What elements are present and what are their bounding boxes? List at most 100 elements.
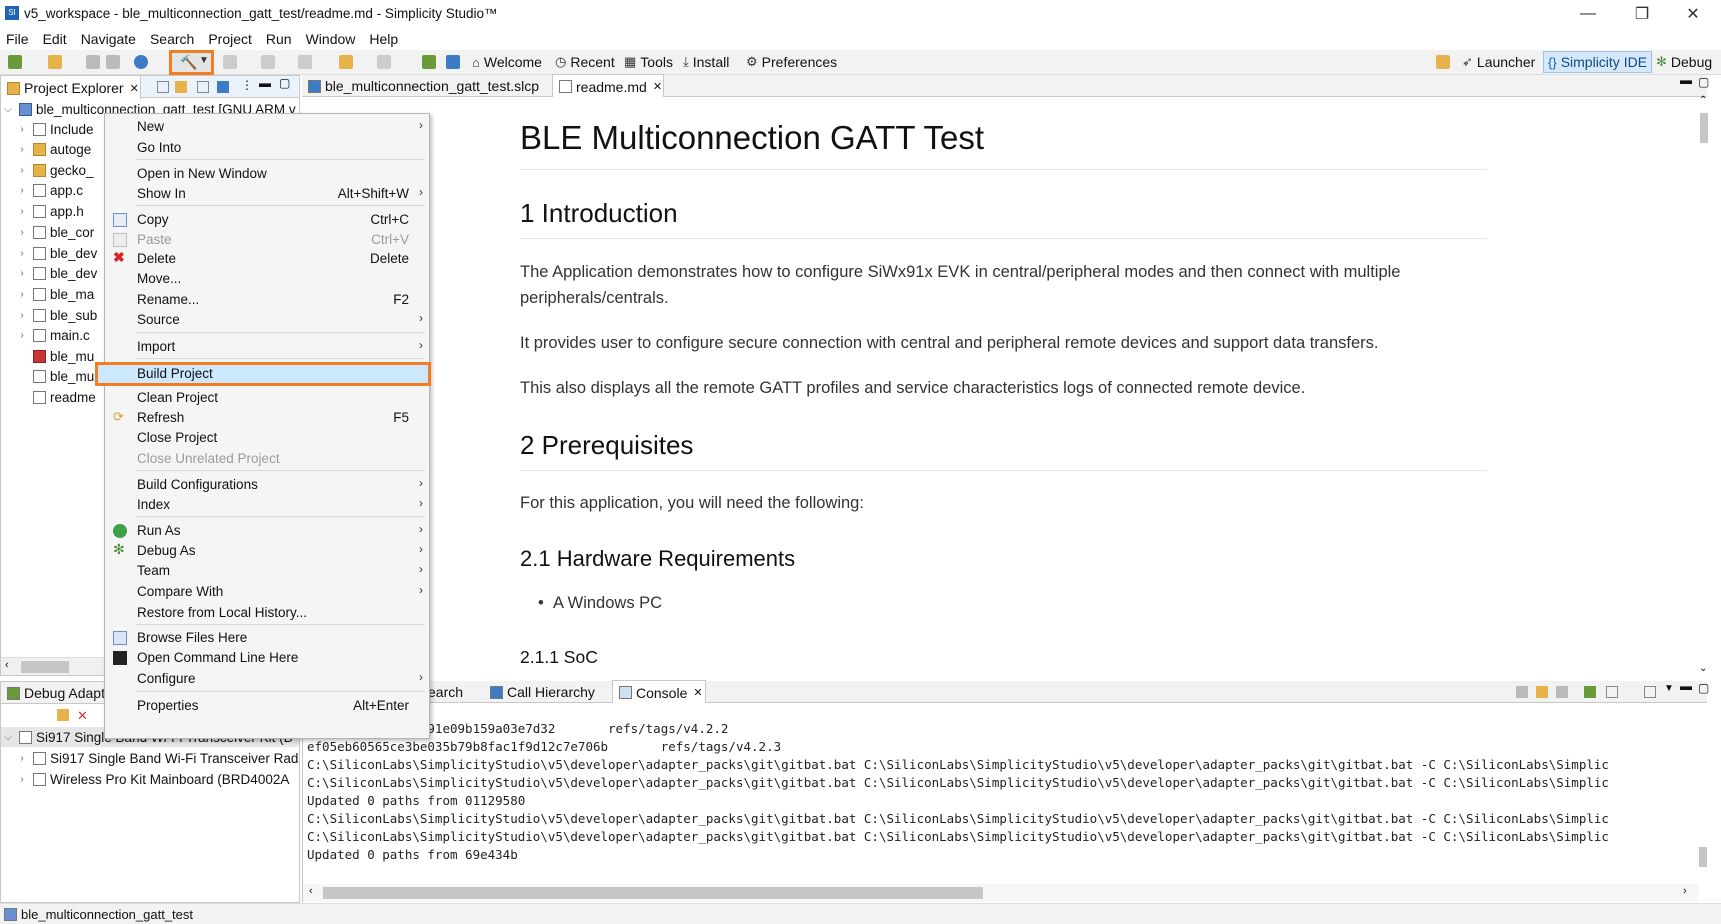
tab-call-hierarchy[interactable]: Call Hierarchy [484,680,604,704]
menu-help[interactable]: Help [369,31,398,47]
menu-item-close-unrelated[interactable]: Close Unrelated Project [105,449,429,469]
word-wrap-icon[interactable] [1556,686,1568,698]
back-icon[interactable] [339,55,353,69]
menu-run[interactable]: Run [266,31,292,47]
save-icon[interactable] [86,55,100,69]
scroll-thumb[interactable] [21,661,69,673]
minimize-view-icon[interactable]: ▬ [259,76,271,90]
scroll-left-icon[interactable]: ‹ [5,659,9,671]
launcher-perspective[interactable]: ➶ Launcher [1462,54,1535,70]
tree-item-ble-ma[interactable]: › ble_ma [15,284,94,304]
menu-item-clean-project[interactable]: Clean Project [105,388,429,408]
grid-icon[interactable] [446,55,460,69]
scroll-down-icon[interactable]: ⌄ [1699,663,1707,674]
simplicity-ide-perspective[interactable]: {} Simplicity IDE [1543,51,1653,73]
maximize-view-icon[interactable]: ▢ [279,76,290,90]
save-all-icon[interactable] [106,55,120,69]
tree-item-app-h[interactable]: › app.h [15,201,83,221]
menu-item-compare-with[interactable]: Compare With › [105,582,429,602]
menu-item-configure[interactable]: Configure › [105,669,429,689]
welcome-button[interactable]: ⌂ Welcome [472,54,542,70]
scroll-left-icon[interactable]: ‹ [309,885,313,897]
menu-item-debug-as[interactable]: ✻ Debug As › [105,541,429,561]
scroll-thumb[interactable] [1700,113,1708,143]
minimize-editor-icon[interactable]: ▬ [1680,73,1692,87]
maximize-console-icon[interactable]: ▢ [1698,681,1709,695]
close-window-button[interactable]: ✕ [1668,0,1718,28]
scroll-right-icon[interactable]: › [1683,885,1687,897]
tree-item-main-c[interactable]: › main.c [15,325,89,345]
menu-item-move[interactable]: Move... [105,269,429,289]
pin-console-icon[interactable] [1584,686,1596,698]
menu-item-build-configurations[interactable]: Build Configurations › [105,475,429,495]
clear-console-icon[interactable] [1516,686,1528,698]
close-tab-icon[interactable]: ✕ [693,686,702,699]
view-menu-icon[interactable]: ▼ [1664,683,1674,694]
install-button[interactable]: ⤓ Install [683,54,729,70]
menu-item-team[interactable]: Team › [105,561,429,581]
recent-button[interactable]: ◷ Recent [555,54,615,70]
tree-item-readme[interactable]: readme [15,387,96,407]
menu-navigate[interactable]: Navigate [81,31,136,47]
menu-item-paste[interactable]: Paste Ctrl+V [105,230,429,250]
menu-item-properties[interactable]: Properties Alt+Enter [105,696,429,716]
new-wizard-icon[interactable] [8,55,22,69]
minimize-console-icon[interactable]: ▬ [1680,679,1692,693]
tab-search[interactable]: earch [422,680,482,704]
menu-item-open-new-window[interactable]: Open in New Window [105,164,429,184]
display-console-icon[interactable] [1606,686,1618,698]
scroll-thumb[interactable] [1699,847,1707,867]
tree-item-ble-mu-1[interactable]: ble_mu [15,346,94,366]
tree-item-ble-mu-2[interactable]: ble_mu [15,366,94,386]
tab-project-explorer[interactable]: Project Explorer ✕ [1,76,141,100]
tab-console[interactable]: Console ✕ [612,680,706,704]
adapter-row-3[interactable]: › Wireless Pro Kit Mainboard (BRD4002A [15,769,289,789]
tree-item-ble-sub[interactable]: › ble_sub [15,305,97,325]
scroll-lock-icon[interactable] [1536,686,1548,698]
preferences-button[interactable]: ⚙ Preferences [746,54,837,70]
undo-icon[interactable] [298,55,312,69]
tree-item-gecko[interactable]: › gecko_ [15,160,93,180]
connect-icon[interactable] [57,709,69,721]
close-tab-icon[interactable]: ✕ [130,82,139,95]
restore-button[interactable]: ❐ [1617,0,1667,28]
close-tab-icon[interactable]: ✕ [653,80,662,93]
menu-edit[interactable]: Edit [43,31,67,47]
collapse-all-icon[interactable] [157,81,169,93]
menu-window[interactable]: Window [306,31,356,47]
scroll-up-icon[interactable]: ⌃ [1699,95,1707,106]
tree-item-ble-cor[interactable]: › ble_cor [15,222,94,242]
adapter-row-2[interactable]: › Si917 Single Band Wi-Fi Transceiver Rad [15,748,298,768]
forward-icon[interactable] [377,55,391,69]
maximize-editor-icon[interactable]: ▢ [1698,75,1709,89]
menu-item-restore-history[interactable]: Restore from Local History... [105,603,429,623]
tree-item-autogen[interactable]: › autoge [15,139,91,159]
open-console-icon[interactable] [1644,686,1656,698]
menu-project[interactable]: Project [208,31,252,47]
external-icon[interactable] [422,55,436,69]
tree-item-app-c[interactable]: › app.c [15,180,83,200]
tools-button[interactable]: ▦ Tools [624,54,673,70]
open-perspective-icon[interactable] [1436,55,1450,69]
menu-item-refresh[interactable]: ⟳ Refresh F5 [105,408,429,428]
menu-item-build-project[interactable]: Build Project [95,362,431,386]
editor-vscroll[interactable]: ⌃ ⌄ [1699,95,1709,677]
disconnect-icon[interactable]: ✕ [77,708,88,724]
menu-item-run-as[interactable]: Run As › [105,521,429,541]
upload-icon[interactable] [261,55,275,69]
menu-item-close-project[interactable]: Close Project [105,428,429,448]
console-hscroll[interactable]: ‹ › [303,884,1698,902]
menu-item-copy[interactable]: Copy Ctrl+C [105,210,429,230]
menu-item-open-command-line[interactable]: Open Command Line Here [105,648,429,668]
tab-debug-adapters[interactable]: Debug Adapt [1,681,105,705]
debug-perspective[interactable]: ✻ Debug [1656,54,1712,70]
menu-item-browse-files[interactable]: Browse Files Here [105,628,429,648]
tree-item-ble-dev-2[interactable]: › ble_dev [15,263,97,283]
menu-item-show-in[interactable]: Show In Alt+Shift+W › [105,184,429,204]
minimize-button[interactable]: — [1563,0,1613,28]
open-icon[interactable] [48,55,62,69]
filter-icon[interactable] [197,81,209,93]
menu-item-new[interactable]: New › [105,117,429,137]
focus-icon[interactable] [217,81,229,93]
menu-item-index[interactable]: Index › [105,495,429,515]
